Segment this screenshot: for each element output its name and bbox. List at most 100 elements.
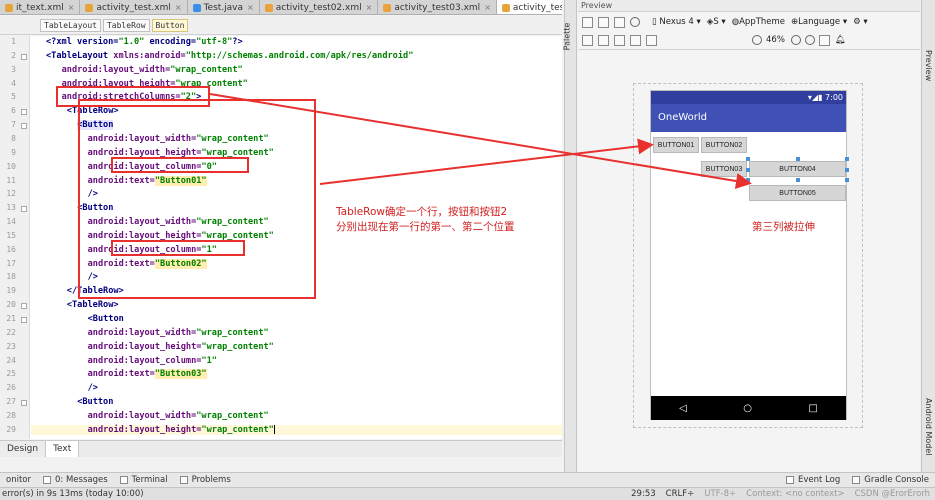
close-icon[interactable]: ×: [366, 3, 373, 12]
code-line[interactable]: />: [88, 383, 98, 393]
code-line[interactable]: <Button: [77, 397, 113, 407]
tab-text[interactable]: Text: [46, 441, 80, 457]
breadcrumb-button[interactable]: Button: [151, 18, 189, 32]
tool-window-button[interactable]: Gradle Console: [846, 475, 935, 485]
code-line[interactable]: <Button: [88, 314, 124, 324]
editor-tab-label: activity_test02.xml: [275, 2, 362, 13]
file-icon: [192, 3, 201, 12]
preview-button-05[interactable]: BUTTON05: [749, 185, 846, 201]
language-label: Language: [798, 17, 841, 27]
sigma-icon[interactable]: [614, 34, 625, 46]
code-line[interactable]: android:layout_width="wrap_content": [88, 328, 269, 338]
columns-icon[interactable]: [598, 34, 609, 46]
code-line[interactable]: android:layout_height="wrap_content": [88, 342, 274, 352]
preview-button-03[interactable]: BUTTON03: [701, 161, 747, 177]
selection-handle[interactable]: [796, 157, 800, 161]
selection-handle[interactable]: [746, 168, 750, 172]
zoom-out-icon[interactable]: [752, 35, 762, 45]
editor-tab[interactable]: activity_test04.xml×: [496, 0, 562, 14]
selection-handle[interactable]: [845, 178, 849, 182]
code-line[interactable]: android:text="Button03": [88, 369, 207, 380]
line-number: 18: [6, 272, 16, 282]
bell-icon[interactable]: 🔔︎: [835, 35, 846, 45]
layout-icon[interactable]: [582, 16, 593, 28]
android-model-side-label[interactable]: Android Model: [924, 398, 933, 456]
recents-icon[interactable]: □: [808, 403, 817, 414]
tool-window-label: 0: Messages: [54, 475, 108, 485]
fold-marker[interactable]: [21, 206, 27, 213]
right-tool-strip[interactable]: Preview Android Model: [921, 0, 935, 472]
selection-handle[interactable]: [845, 157, 849, 161]
preview-button-02[interactable]: BUTTON02: [701, 137, 747, 153]
selection-handle[interactable]: [746, 157, 750, 161]
fold-marker[interactable]: [21, 317, 27, 323]
android-nav-bar: ◁ ○ □: [651, 396, 846, 420]
editor-tab[interactable]: activity_test02.xml ×: [260, 0, 379, 14]
editor-tab[interactable]: activity_test.xml ×: [80, 0, 188, 14]
selection-handle[interactable]: [796, 178, 800, 182]
selection-handle[interactable]: [746, 178, 750, 182]
tool-window-icon: [786, 476, 795, 484]
editor-tab-label: Test.java: [203, 2, 244, 13]
editor-tab[interactable]: Test.java ×: [188, 0, 260, 14]
code-line[interactable]: android:layout_width="wrap_content": [88, 411, 269, 421]
theme-selector[interactable]: ◍AppTheme: [732, 17, 785, 27]
blueprint-icon[interactable]: [598, 16, 609, 28]
zoom-actual-icon[interactable]: [804, 35, 815, 45]
cursor-position[interactable]: 29:53: [626, 489, 661, 499]
api-selector[interactable]: ◈S ▾: [707, 17, 726, 27]
line-number: 2: [11, 50, 16, 60]
line-separator[interactable]: CRLF÷: [661, 489, 700, 499]
tool-window-bar: onitor 0: Messages Terminal Problems Event L…: [0, 472, 935, 487]
tool-window-button[interactable]: Event Log: [780, 475, 846, 485]
tool-window-button[interactable]: Problems: [174, 475, 237, 485]
close-icon[interactable]: ×: [68, 3, 75, 12]
fold-marker[interactable]: [21, 303, 27, 310]
api-label: S: [713, 17, 719, 27]
code-line[interactable]: <?xml version="1.0" encoding="utf-8"?>: [46, 37, 243, 47]
zoom-in-icon[interactable]: [790, 35, 801, 45]
panel-icon[interactable]: [630, 34, 641, 46]
close-icon[interactable]: ×: [484, 3, 491, 12]
breadcrumb-tablerow[interactable]: TableRow: [102, 18, 150, 32]
breadcrumb-tablelayout[interactable]: TableLayout: [40, 18, 101, 32]
theme-icon: ◍: [731, 17, 740, 27]
code-line[interactable]: android:layout_column="1": [88, 356, 217, 366]
tool-window-button[interactable]: onitor: [0, 475, 37, 485]
tab-design[interactable]: Design: [0, 441, 47, 457]
close-icon[interactable]: ×: [247, 3, 254, 12]
selection-handle[interactable]: [845, 168, 849, 172]
fold-marker[interactable]: [21, 400, 27, 407]
tool-window-button[interactable]: Terminal: [114, 475, 174, 485]
preview-side-label[interactable]: Preview: [924, 50, 933, 81]
editor-tab-bar: it_text.xml × activity_test.xml × Test.java ×…: [0, 0, 562, 15]
preview-button-01[interactable]: BUTTON01: [653, 137, 699, 153]
fold-marker[interactable]: [21, 123, 27, 130]
code-line[interactable]: android:layout_height="wrap_content": [31, 424, 562, 435]
editor-tab[interactable]: activity_test03.xml ×: [378, 0, 497, 14]
tool-window-button[interactable]: 0: Messages: [37, 475, 114, 485]
fold-marker[interactable]: [21, 109, 27, 116]
night-mode-icon[interactable]: [630, 17, 640, 27]
resize-icon[interactable]: [646, 34, 657, 46]
palette-strip[interactable]: Palette: [562, 0, 577, 472]
editor-tab[interactable]: it_text.xml ×: [0, 0, 81, 14]
device-selector[interactable]: ▯ Nexus 4 ▾: [652, 17, 701, 27]
fold-marker[interactable]: [21, 53, 27, 60]
code-line[interactable]: android:layout_width="wrap_content": [62, 65, 243, 75]
line-number: 16: [6, 244, 16, 254]
orientation-icon[interactable]: [614, 16, 625, 28]
close-icon[interactable]: ×: [175, 3, 182, 12]
preview-button-04[interactable]: BUTTON04: [749, 161, 846, 177]
language-selector[interactable]: ⊕Language ▾: [791, 17, 847, 27]
settings-dropdown[interactable]: ⚙ ▾: [853, 17, 868, 27]
device-icon: ▯: [652, 17, 657, 27]
code-line[interactable]: <TableRow>: [67, 300, 119, 310]
refresh-icon[interactable]: [818, 34, 830, 46]
home-icon[interactable]: ○: [743, 403, 752, 414]
preview-toolbar-bottom: 46% 🔔︎: [578, 31, 920, 50]
code-line[interactable]: <TableLayout xmlns:android="http://schem…: [46, 51, 413, 61]
back-icon[interactable]: ◁: [679, 403, 687, 414]
grid-icon[interactable]: [582, 34, 593, 46]
file-encoding[interactable]: UTF-8÷: [699, 489, 741, 499]
